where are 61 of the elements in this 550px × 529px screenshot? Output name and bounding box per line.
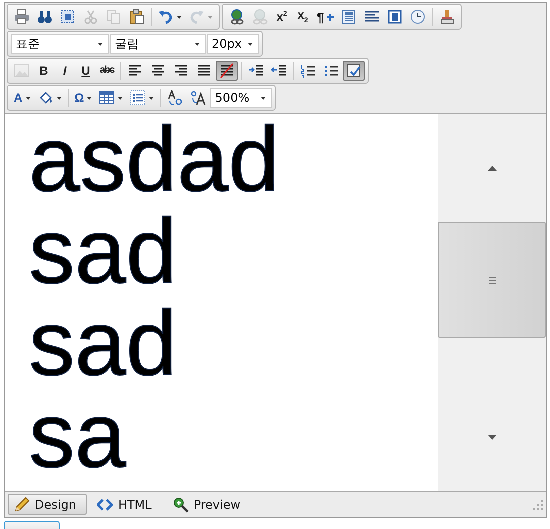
printer-icon (14, 9, 30, 25)
toolbar-button[interactable] (343, 61, 366, 81)
caret-icon (261, 96, 266, 100)
magnifier-icon (172, 496, 189, 512)
dropdown[interactable]: 500% (210, 88, 272, 108)
select-all-icon (60, 9, 76, 25)
scrollbar[interactable] (438, 114, 546, 491)
text-line: asdad (29, 114, 280, 206)
grip-icon (488, 276, 496, 284)
copy-icon (106, 9, 122, 25)
paragraph-button[interactable]: ¶ (314, 7, 338, 27)
image-icon (14, 63, 30, 79)
lines-slash-icon (219, 63, 236, 79)
format-button[interactable]: A (11, 88, 34, 108)
brush-icon (439, 9, 456, 25)
scissors-icon (83, 9, 99, 25)
format-button[interactable]: abc (97, 61, 118, 81)
format-button[interactable]: I (55, 61, 75, 81)
dropdown[interactable]: 표준 (11, 34, 109, 54)
caret-icon (195, 42, 200, 46)
dropdown[interactable]: 굴림 (110, 34, 206, 54)
document-icon (341, 9, 358, 25)
font-size-icon (190, 90, 206, 106)
caret-icon (98, 42, 103, 46)
format-button[interactable]: x$_{2}$ (293, 7, 313, 27)
mode-tab[interactable]: HTML (91, 494, 163, 515)
paint-bucket-icon (38, 90, 54, 106)
table-icon (99, 90, 116, 106)
page-icon (387, 9, 404, 25)
checkbox-icon (346, 63, 362, 79)
mode-tab[interactable]: Preview (166, 494, 252, 515)
text-line: sa (29, 390, 126, 482)
resize-grip-icon[interactable] (533, 500, 543, 510)
bullet-list-icon (323, 63, 340, 79)
pencil-icon (14, 496, 30, 512)
globe-link-icon (252, 9, 268, 25)
toolbar-button[interactable] (216, 61, 238, 81)
undo-icon (158, 9, 174, 25)
binoculars-icon (37, 9, 53, 25)
format-button[interactable]: Ω (72, 88, 96, 108)
text-line: sad (29, 298, 178, 390)
format-button[interactable]: B (34, 61, 54, 81)
font-size-icon (167, 90, 184, 106)
redo-icon (189, 9, 205, 25)
clock-icon (410, 9, 426, 25)
text-line: sad (29, 206, 178, 298)
caret-icon (248, 42, 253, 46)
plus-icon (327, 14, 334, 20)
dropdown[interactable]: 20px (207, 34, 259, 54)
list-icon (130, 90, 146, 106)
code-icon (97, 496, 114, 512)
format-button[interactable]: U (76, 61, 96, 81)
numbered-list-icon (300, 63, 316, 79)
globe-link-icon (229, 9, 245, 25)
down-arrow-icon[interactable] (488, 434, 496, 440)
clipboard-icon (129, 9, 145, 25)
up-arrow-icon[interactable] (488, 166, 496, 170)
mode-tab[interactable]: Design (8, 494, 88, 515)
format-button[interactable]: x$^{2}$ (272, 7, 292, 27)
lines-icon (364, 9, 380, 25)
scrollbar-thumb[interactable] (438, 222, 546, 338)
